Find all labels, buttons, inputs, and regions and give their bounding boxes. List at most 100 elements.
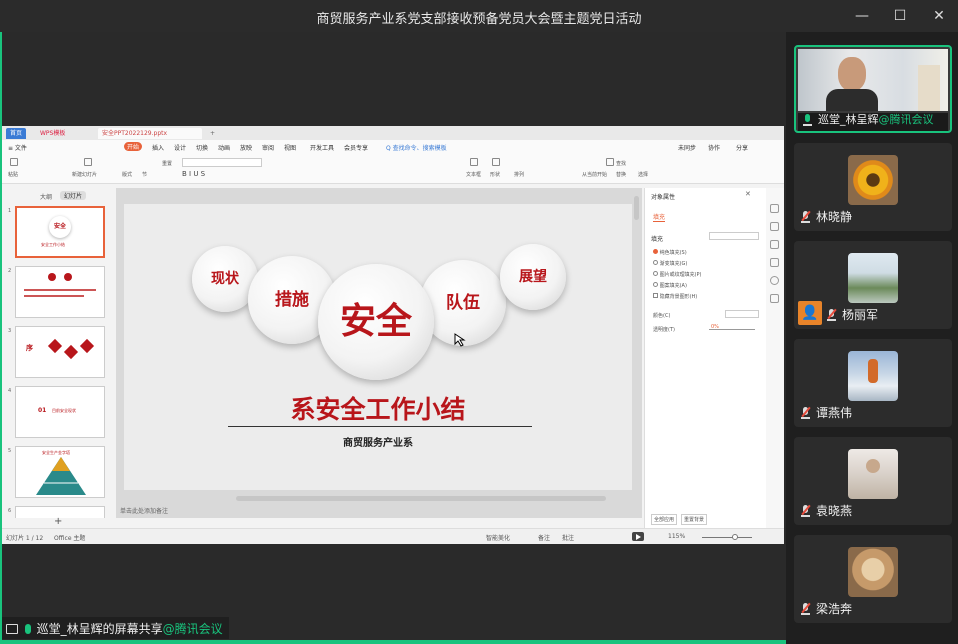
add-slide-button[interactable]: + <box>54 516 62 527</box>
zoom-slider-handle[interactable] <box>732 534 738 540</box>
participant-tile[interactable]: 梁浩奔 <box>794 535 952 623</box>
zoom-slider[interactable] <box>702 537 752 538</box>
zoom-level[interactable]: 115% <box>668 533 685 540</box>
menu-view[interactable]: 视图 <box>284 143 296 152</box>
thumbnail-slide-4[interactable]: 01 目前安全现状 <box>15 386 105 438</box>
font-style-buttons[interactable]: B I U S <box>182 170 262 179</box>
font-name-select[interactable] <box>182 158 262 167</box>
slide-title[interactable]: 系安全工作小结 <box>124 390 632 426</box>
slides-tab[interactable]: 幻灯片 <box>60 191 87 200</box>
fill-option-picture[interactable]: 图片或纹理填充(P) <box>653 271 702 278</box>
smart-beautify-button[interactable]: 智能美化 <box>486 533 510 542</box>
share-border-bottom <box>0 640 786 644</box>
thumbnail-slide-3[interactable]: 序 <box>15 326 105 378</box>
find-label[interactable]: 查找 <box>616 160 626 167</box>
thumb-line <box>24 295 84 297</box>
comments-button[interactable]: 批注 <box>562 533 574 542</box>
reset-label[interactable]: 重置 <box>162 160 172 167</box>
menu-transition[interactable]: 切换 <box>196 143 208 152</box>
outline-tab[interactable]: 大纲 <box>40 192 52 201</box>
notes-hint[interactable]: 单击此处添加备注 <box>120 506 168 515</box>
thumb-hex <box>79 338 95 354</box>
command-search[interactable]: Q 查找命令、搜索模板 <box>386 143 447 152</box>
current-slide[interactable]: 现状 措施 队伍 展望 安全 系安全工作小结 商贸服务产业系 <box>124 204 632 490</box>
participant-tile[interactable]: 👤 杨丽军 <box>794 241 952 329</box>
participant-tile[interactable]: 袁晓燕 <box>794 437 952 525</box>
collaborate-button[interactable]: 协作 <box>708 143 720 152</box>
replace-label[interactable]: 替换 <box>616 171 626 178</box>
layout-label[interactable]: 版式 <box>122 171 132 178</box>
menu-insert[interactable]: 插入 <box>152 143 164 152</box>
select-label[interactable]: 选择 <box>638 171 648 178</box>
minimize-button[interactable]: — <box>852 6 872 26</box>
fill-option-gradient[interactable]: 渐变填充(G) <box>653 260 687 267</box>
section-label[interactable]: 节 <box>142 171 147 178</box>
thumb-num: 01 <box>38 407 47 414</box>
color-picker[interactable] <box>725 310 759 318</box>
tool-icon[interactable] <box>770 204 779 213</box>
tool-icon[interactable] <box>770 258 779 267</box>
new-slide-icon[interactable] <box>84 158 92 166</box>
fill-option-label: 图片或纹理填充(P) <box>659 272 702 278</box>
menu-review[interactable]: 审阅 <box>262 143 274 152</box>
props-close-icon[interactable]: ✕ <box>745 190 751 198</box>
fill-option-pattern[interactable]: 图案填充(A) <box>653 282 687 289</box>
menu-design[interactable]: 设计 <box>174 143 186 152</box>
sync-status[interactable]: 未同步 <box>678 143 696 152</box>
thumbnail-slide-1[interactable]: 安全 安全工作小结 <box>15 206 105 258</box>
thumbnail-slide-5[interactable]: 安全生产金字塔 <box>15 446 105 498</box>
tab-wps-templates[interactable]: WPS模板 <box>36 128 70 139</box>
apply-all-button[interactable]: 全部应用 <box>651 514 678 525</box>
fill-color-select[interactable] <box>709 232 759 240</box>
tool-icon[interactable] <box>770 240 779 249</box>
tool-icon[interactable] <box>770 294 779 303</box>
horizontal-scrollbar[interactable] <box>236 496 606 501</box>
maximize-button[interactable]: ☐ <box>890 6 910 26</box>
textbox-label: 文本框 <box>466 172 482 178</box>
tool-icon[interactable] <box>770 276 779 285</box>
menu-bar: ≡ 文件 开始 插入 设计 切换 动画 放映 审阅 视图 开发工具 会员专享 Q… <box>2 140 784 154</box>
menu-animation[interactable]: 动画 <box>218 143 230 152</box>
tab-document[interactable]: 安全PPT2022129.pptx <box>98 128 202 139</box>
bubble-safety[interactable]: 安全 <box>318 264 434 380</box>
menu-start[interactable]: 开始 <box>124 142 143 151</box>
slide-subtitle[interactable]: 商贸服务产业系 <box>124 434 632 449</box>
participant-name: 谭燕伟 <box>816 406 853 420</box>
notes-button[interactable]: 备注 <box>538 533 550 542</box>
screen-share-icon <box>6 624 18 634</box>
textbox-icon[interactable] <box>470 158 478 166</box>
participant-tile[interactable]: 巡堂_林呈辉@腾讯会议 <box>794 45 952 133</box>
bubble-outlook[interactable]: 展望 <box>500 244 566 310</box>
new-tab-icon[interactable]: + <box>206 128 219 139</box>
person-head <box>866 459 880 473</box>
participant-tile[interactable]: 林晓静 <box>794 143 952 231</box>
shape-icon[interactable] <box>492 158 500 166</box>
tool-icon[interactable] <box>770 222 779 231</box>
props-fill-tab[interactable]: 填充 <box>653 212 666 222</box>
close-button[interactable]: ✕ <box>929 6 949 26</box>
mic-muted-icon <box>800 406 811 419</box>
reset-background-button[interactable]: 重置背景 <box>681 514 708 525</box>
menu-developer[interactable]: 开发工具 <box>310 143 334 152</box>
menu-file[interactable]: ≡ 文件 <box>8 143 27 152</box>
tab-home[interactable]: 首页 <box>6 128 27 139</box>
play-icon <box>636 534 641 540</box>
arrange-label[interactable]: 排列 <box>514 171 524 178</box>
share-label-text: 巡堂_林呈辉的屏幕共享 <box>36 622 163 636</box>
color-label: 颜色(C) <box>653 313 671 319</box>
props-fill-header[interactable]: 填充 <box>651 234 663 243</box>
participant-tile[interactable]: 谭燕伟 <box>794 339 952 427</box>
find-icon[interactable] <box>606 158 614 166</box>
paste-icon[interactable] <box>10 158 18 166</box>
share-button[interactable]: 分享 <box>736 143 748 152</box>
avatar <box>848 253 898 303</box>
menu-slideshow[interactable]: 放映 <box>240 143 252 152</box>
play-button[interactable] <box>632 532 644 541</box>
fill-option-solid[interactable]: 纯色填充(S) <box>653 249 687 256</box>
play-from-current-label[interactable]: 从当前开始 <box>582 171 607 178</box>
menu-member[interactable]: 会员专享 <box>344 143 368 152</box>
hide-bg-checkbox[interactable]: 隐藏背景图形(H) <box>653 293 697 300</box>
title-bar: 商贸服务产业系党支部接收预备党员大会暨主题党日活动 — ☐ ✕ <box>0 0 958 32</box>
thumbnail-slide-2[interactable] <box>15 266 105 318</box>
vertical-scrollbar[interactable] <box>634 196 639 220</box>
